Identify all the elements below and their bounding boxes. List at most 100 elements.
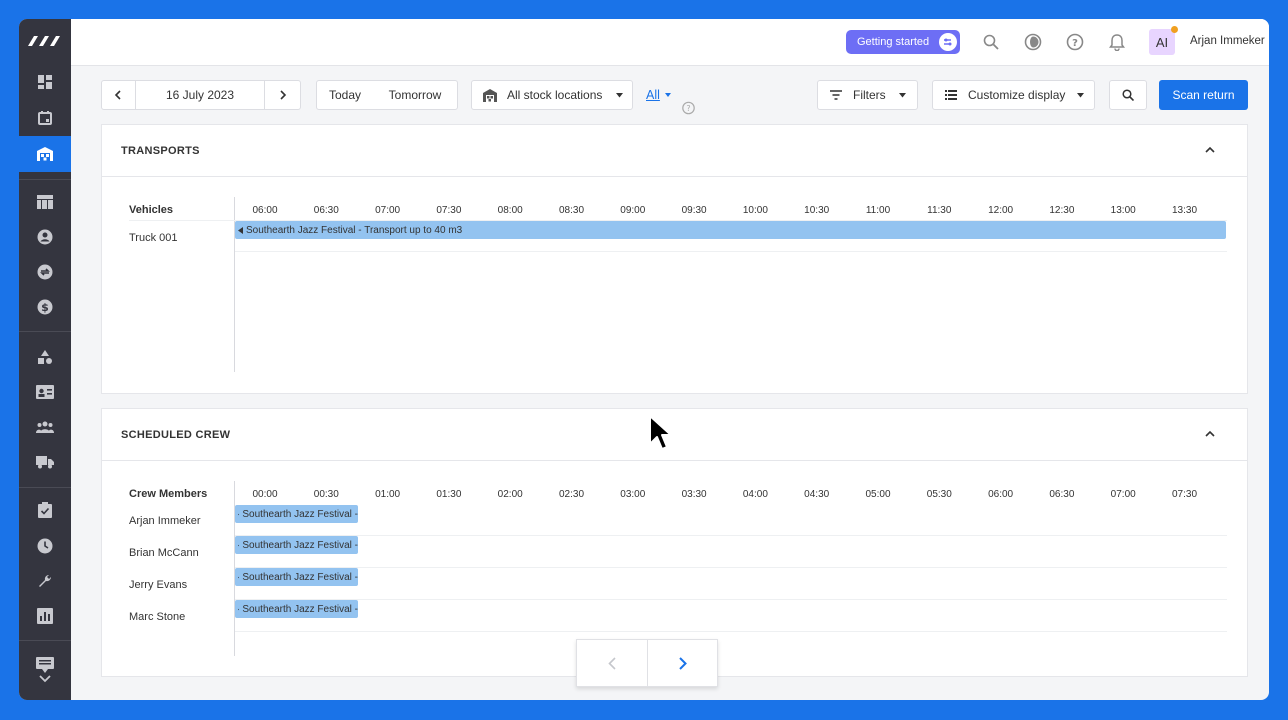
crew-booking-label: Southearth Jazz Festival - (242, 539, 358, 551)
time-label: 12:30 (1049, 205, 1075, 216)
crew-booking-bar[interactable]: Southearth Jazz Festival - (235, 536, 358, 554)
info-icon[interactable]: ? (682, 101, 695, 115)
caret-left-icon (238, 576, 240, 578)
time-label: 00:00 (252, 489, 278, 500)
time-label: 01:00 (375, 489, 401, 500)
svg-text:?: ? (686, 104, 690, 113)
avatar[interactable]: AI (1149, 26, 1178, 55)
scheduled-crew-header[interactable]: SCHEDULED CREW (102, 409, 1247, 461)
bell-icon[interactable] (1106, 31, 1128, 53)
current-date[interactable]: 16 July 2023 (136, 88, 265, 102)
table-icon[interactable] (19, 184, 71, 220)
app-window: $ Getting started ? AI Arjan Immeker 16 … (19, 19, 1269, 700)
all-filter-link[interactable]: All (646, 88, 660, 102)
shapes-icon[interactable] (19, 339, 71, 375)
chevron-right-icon (678, 656, 687, 670)
next-day-button[interactable] (265, 80, 300, 110)
time-label: 12:00 (988, 205, 1014, 216)
crew-booking-label: Southearth Jazz Festival - (242, 603, 358, 615)
time-label: 03:30 (681, 489, 707, 500)
crew-booking-bar[interactable]: Southearth Jazz Festival - (235, 568, 358, 586)
crew-member-name[interactable]: Jerry Evans (129, 579, 187, 591)
prev-day-button[interactable] (102, 80, 135, 110)
vehicle-name[interactable]: Truck 001 (129, 232, 178, 244)
search-icon (1122, 89, 1134, 101)
avatar-initials: AI (1155, 34, 1169, 50)
time-label: 08:00 (497, 205, 523, 216)
time-label: 11:30 (927, 205, 952, 216)
tomorrow-button[interactable]: Tomorrow (373, 88, 457, 102)
date-navigator: 16 July 2023 (101, 80, 301, 110)
dollar-icon[interactable]: $ (19, 289, 71, 325)
warehouse-icon[interactable] (19, 136, 71, 172)
time-label: 03:00 (620, 489, 646, 500)
transport-booking-label: Southearth Jazz Festival - Transport up … (246, 224, 463, 236)
scan-return-button[interactable]: Scan return (1159, 80, 1248, 110)
id-card-icon[interactable] (19, 374, 71, 410)
list-icon (945, 90, 957, 100)
time-label: 11:00 (865, 205, 891, 216)
crew-member-name[interactable]: Marc Stone (129, 611, 185, 623)
time-label: 00:30 (313, 489, 339, 500)
filters-label: Filters (853, 88, 886, 102)
time-label: 13:30 (1171, 205, 1198, 216)
caret-down-icon (1077, 92, 1085, 97)
help-icon[interactable]: ? (1064, 31, 1086, 53)
chevron-left-icon (608, 656, 616, 670)
crew-member-name[interactable]: Arjan Immeker (129, 515, 201, 527)
transport-booking-bar[interactable]: Southearth Jazz Festival - Transport up … (235, 221, 1226, 239)
caret-left-icon (238, 226, 243, 234)
filters-button[interactable]: Filters (817, 80, 918, 110)
wrench-icon[interactable] (19, 563, 71, 599)
toolbar-search-button[interactable] (1109, 80, 1147, 110)
clock-icon[interactable] (19, 528, 71, 564)
user-name[interactable]: Arjan Immeker (1190, 35, 1265, 47)
app-logo[interactable] (19, 19, 71, 63)
stock-location-select[interactable]: All stock locations (471, 80, 633, 110)
caret-down-icon[interactable] (665, 93, 671, 97)
contact-icon[interactable] (19, 219, 71, 255)
time-label: 06:30 (313, 205, 339, 216)
time-label: 09:30 (681, 205, 707, 216)
calendar-icon[interactable] (19, 100, 71, 136)
svg-text:?: ? (1072, 38, 1078, 49)
time-label: 07:30 (436, 205, 462, 216)
crew-member-name[interactable]: Brian McCann (129, 547, 199, 559)
chevron-down-icon[interactable] (19, 669, 71, 689)
time-label: 06:30 (1049, 489, 1075, 500)
truck-icon[interactable] (19, 444, 71, 480)
next-page-button[interactable] (647, 640, 717, 686)
crew-members-column-header: Crew Members (129, 488, 208, 500)
time-label: 05:30 (926, 489, 952, 500)
getting-started-button[interactable]: Getting started (846, 30, 960, 54)
clipboard-check-icon[interactable] (19, 492, 71, 528)
stock-location-label: All stock locations (507, 88, 603, 102)
time-label: 06:00 (988, 489, 1014, 500)
transports-header[interactable]: TRANSPORTS (102, 125, 1247, 177)
dashboard-icon[interactable] (19, 64, 71, 100)
mouse-cursor-icon (649, 415, 672, 450)
crew-booking-bar[interactable]: Southearth Jazz Festival - (235, 600, 358, 618)
scheduled-crew-title: SCHEDULED CREW (121, 429, 231, 441)
chevron-up-icon[interactable] (1203, 143, 1217, 157)
scheduled-crew-panel: SCHEDULED CREW Crew Members 00:00 00:30 01… (101, 408, 1248, 677)
team-icon[interactable] (19, 409, 71, 445)
chevron-up-icon[interactable] (1203, 427, 1217, 441)
search-icon[interactable] (980, 31, 1002, 53)
warehouse-icon (483, 88, 497, 102)
theme-icon[interactable] (1022, 31, 1044, 53)
caret-left-icon (238, 513, 240, 515)
time-label: 06:00 (252, 205, 278, 216)
time-label: 07:30 (1171, 489, 1198, 500)
prev-page-button[interactable] (577, 640, 647, 686)
time-label: 04:00 (742, 489, 768, 500)
time-label: 05:00 (865, 489, 891, 500)
reports-icon[interactable] (19, 598, 71, 634)
customize-display-button[interactable]: Customize display (932, 80, 1095, 110)
crew-booking-bar[interactable]: Southearth Jazz Festival - (235, 505, 358, 523)
time-label: 10:30 (804, 205, 830, 216)
chevron-right-icon (280, 90, 286, 100)
crew-booking-label: Southearth Jazz Festival - (242, 508, 358, 520)
exchange-icon[interactable] (19, 254, 71, 290)
today-button[interactable]: Today (317, 88, 373, 102)
